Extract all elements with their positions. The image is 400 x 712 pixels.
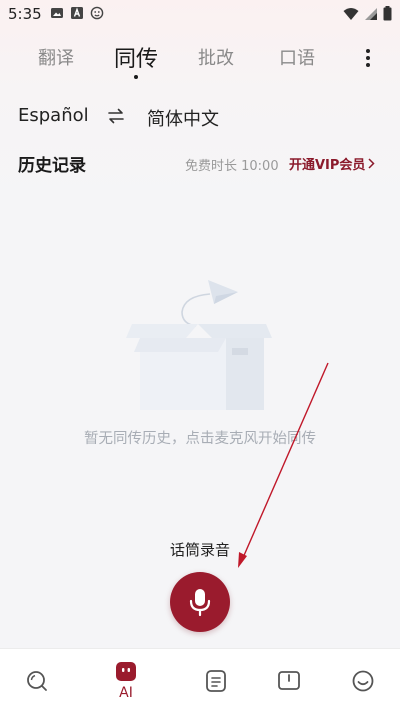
ai-robot-icon: [116, 661, 136, 681]
more-dot: [366, 63, 370, 67]
status-time: 5:35: [8, 5, 42, 23]
target-language[interactable]: 简体中文: [147, 105, 219, 131]
microphone-icon: [189, 589, 211, 617]
system-icons: [343, 6, 392, 21]
empty-box-illustration: [126, 280, 272, 410]
record-label: 话筒录音: [169, 541, 230, 559]
microphone-button[interactable]: [170, 572, 230, 632]
tab-correction[interactable]: 批改: [198, 44, 234, 70]
more-dot: [366, 56, 370, 60]
source-language[interactable]: Español: [18, 105, 89, 126]
free-time-remaining: 免费时长 10:00: [185, 159, 279, 174]
wifi-icon: [343, 7, 359, 20]
active-tab-indicator: [134, 75, 138, 79]
language-selector: Español 简体中文: [0, 100, 400, 132]
tab-simultaneous[interactable]: 同传: [114, 41, 158, 73]
notification-icons: [50, 6, 104, 20]
nav-item-profile[interactable]: [333, 649, 393, 712]
vip-label: 开通VIP会员: [289, 158, 366, 173]
battery-icon: [383, 6, 392, 21]
nav-item-notes[interactable]: [186, 649, 246, 712]
vip-upgrade-link[interactable]: 开通VIP会员: [289, 154, 375, 173]
chevron-right-icon: [368, 158, 375, 169]
book-icon: [278, 670, 300, 690]
image-icon: [51, 8, 63, 18]
more-options-button[interactable]: [358, 46, 378, 70]
smile-icon: [352, 670, 374, 691]
notes-icon: [206, 669, 226, 692]
swap-arrows-icon[interactable]: [106, 106, 126, 126]
tab-translate[interactable]: 翻译: [38, 44, 74, 70]
bottom-nav: AI: [0, 648, 400, 712]
history-title: 历史记录: [18, 156, 86, 176]
nav-item-search[interactable]: [7, 649, 67, 712]
nav-item-ai[interactable]: AI: [96, 649, 156, 712]
signal-icon: [365, 7, 377, 20]
status-bar: 5:35: [0, 0, 400, 28]
a-box-icon: [71, 7, 83, 19]
search-icon: [27, 670, 47, 691]
nav-label-ai: AI: [119, 684, 133, 701]
tab-speaking[interactable]: 口语: [279, 44, 315, 70]
history-header: 历史记录 免费时长 10:00 开通VIP会员: [0, 148, 400, 178]
more-dot: [366, 49, 370, 53]
top-tabs: 翻译 同传 批改 口语: [0, 38, 400, 82]
face-scan-icon: [90, 6, 104, 20]
nav-item-book[interactable]: [259, 649, 319, 712]
empty-state-text: 暂无同传历史，点击麦克风开始同传: [84, 431, 316, 447]
